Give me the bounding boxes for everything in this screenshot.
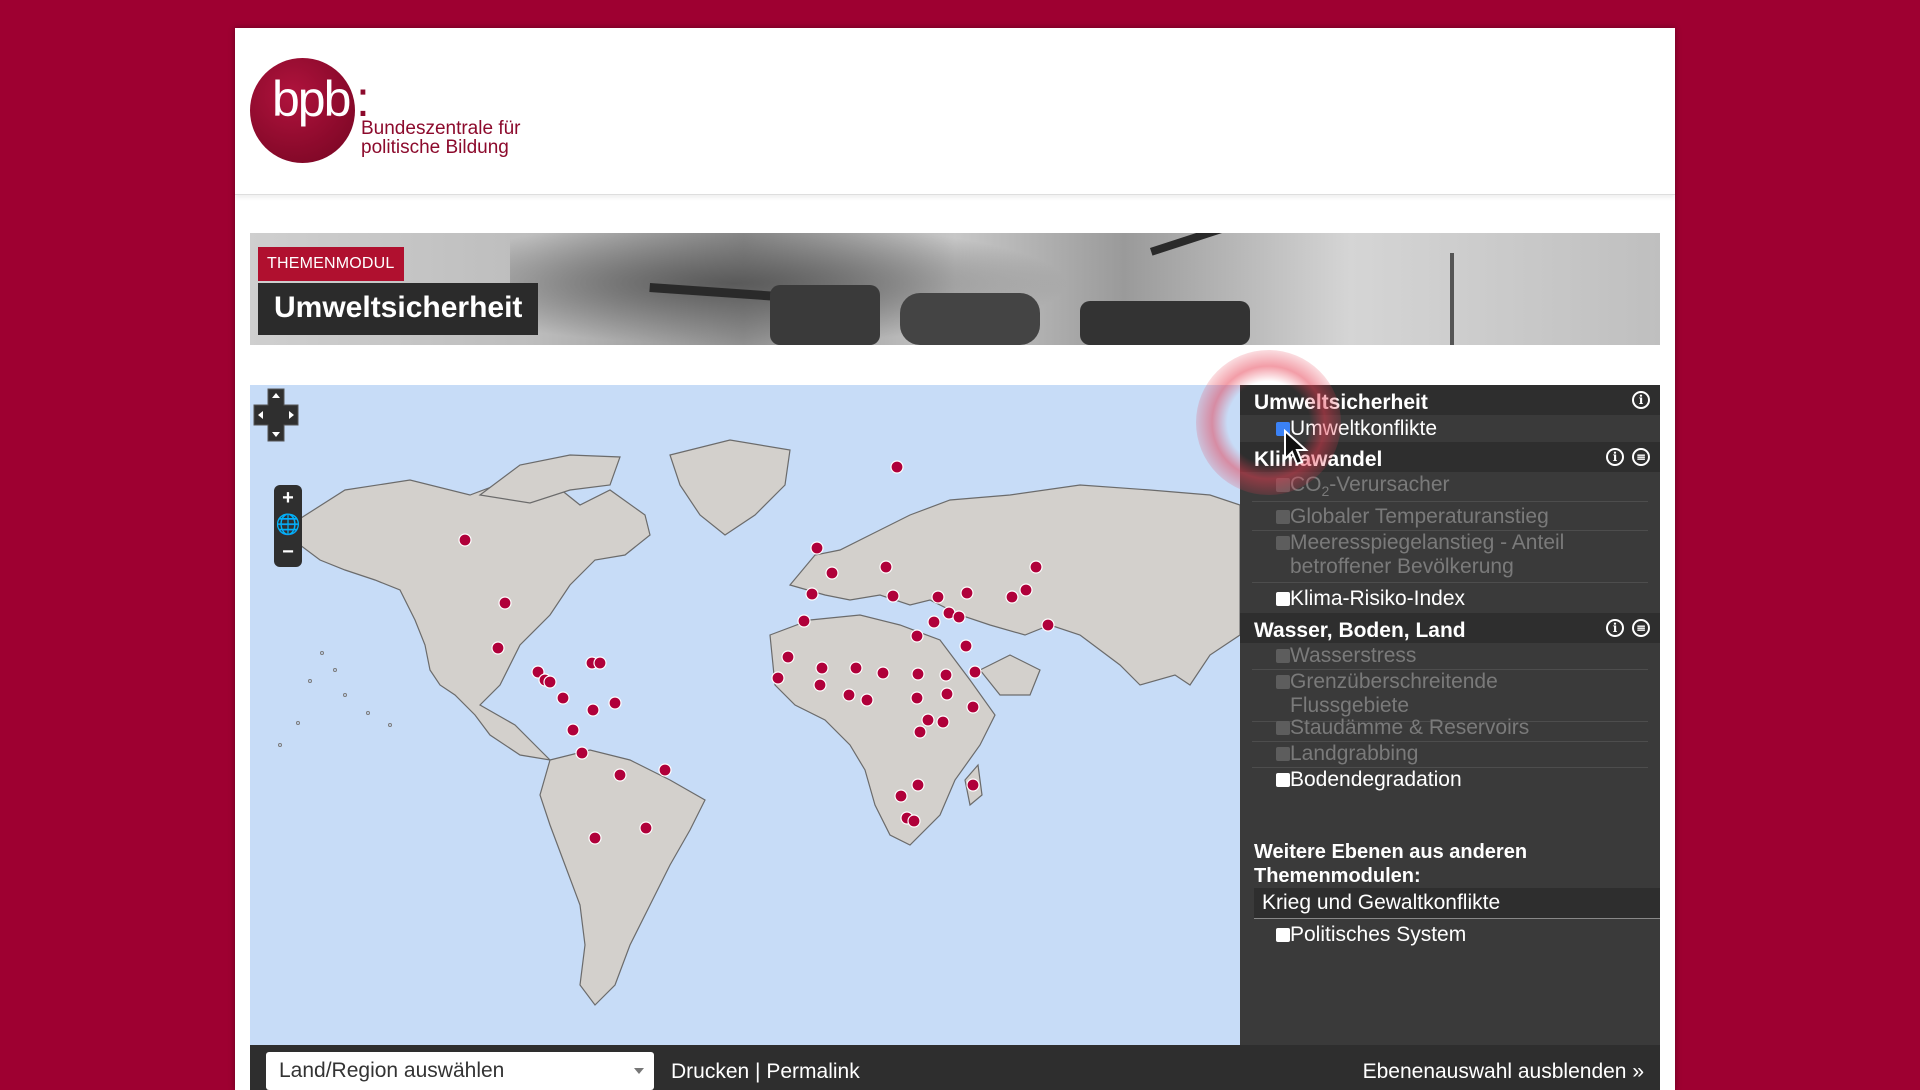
- module-title: Umweltsicherheit: [258, 283, 539, 335]
- layer-label-line-2: Flussgebiete: [1290, 694, 1410, 717]
- layer-staudaemme: Staudämme & Reservoirs: [1276, 716, 1530, 740]
- layer-temperaturanstieg: Globaler Temperaturanstieg: [1276, 505, 1549, 529]
- page: bpb : Bundeszentrale für politische Bild…: [235, 28, 1675, 1090]
- click-highlight: [1196, 350, 1341, 495]
- land-masses: [289, 439, 1240, 1006]
- world-map[interactable]: + 🌐 −: [250, 385, 1240, 1045]
- logo-line-1: Bundeszentrale für: [361, 118, 521, 139]
- layer-label: Meeresspiegelanstieg - Anteil: [1290, 531, 1565, 554]
- print-link[interactable]: Drucken: [671, 1060, 749, 1083]
- coastline-islands: [278, 651, 392, 747]
- layer-label: Bodendegradation: [1290, 768, 1462, 791]
- checkbox: [1276, 510, 1290, 524]
- layer-politisches-system[interactable]: Politisches System: [1276, 923, 1467, 947]
- more-layers-heading-line-1: Weitere Ebenen aus anderen: [1254, 841, 1528, 863]
- logo-line-2: politische Bildung: [361, 137, 509, 158]
- zoom-control: + 🌐 −: [274, 485, 302, 567]
- hide-layers-link[interactable]: Ebenenauswahl ausblenden »: [1363, 1060, 1644, 1084]
- zoom-in-button[interactable]: +: [274, 485, 302, 512]
- legend-icon[interactable]: ≡: [1632, 619, 1650, 637]
- module-tag: THEMENMODUL: [258, 247, 404, 281]
- more-layers-group-label: Krieg und Gewaltkonflikte: [1262, 891, 1501, 914]
- checkbox: [1276, 747, 1290, 761]
- layer-flussgebiete: Grenzüberschreitende Flussgebiete: [1276, 670, 1498, 718]
- globe-icon[interactable]: 🌐: [274, 512, 302, 539]
- more-layers-group: Krieg und Gewaltkonflikte: [1254, 888, 1660, 919]
- layer-label-suffix: -Verursacher: [1329, 473, 1450, 496]
- layer-label: Staudämme & Reservoirs: [1290, 716, 1530, 739]
- module-banner: THEMENMODUL Umweltsicherheit: [250, 233, 1660, 345]
- logo-text: Bundeszentrale für politische Bildung: [361, 119, 521, 157]
- section-wasser-boden-land: Wasser, Boden, Land i ≡: [1240, 613, 1660, 643]
- layer-label: Landgrabbing: [1290, 742, 1419, 765]
- info-icon[interactable]: i: [1606, 448, 1624, 466]
- site-header: bpb : Bundeszentrale für politische Bild…: [235, 28, 1675, 195]
- layer-label: Klima-Risiko-Index: [1290, 587, 1466, 610]
- permalink-link[interactable]: Permalink: [766, 1060, 859, 1083]
- checkbox[interactable]: [1276, 592, 1290, 606]
- zoom-out-button[interactable]: −: [274, 539, 302, 566]
- toolbar-links: Drucken | Permalink: [671, 1060, 860, 1084]
- mouse-cursor-icon: [1284, 429, 1309, 466]
- map-toolbar: Land/Region auswählen Drucken | Permalin…: [250, 1045, 1660, 1090]
- layer-meeresspiegel: Meeresspiegelanstieg - Anteil betroffene…: [1276, 531, 1565, 579]
- layer-label: Grenzüberschreitende: [1290, 670, 1498, 693]
- layer-label: Globaler Temperaturanstieg: [1290, 505, 1549, 528]
- more-layers-heading: Weitere Ebenen aus anderen Themenmodulen…: [1254, 840, 1527, 888]
- layer-klima-risiko-index[interactable]: Klima-Risiko-Index: [1276, 587, 1466, 611]
- divider: [1252, 582, 1648, 583]
- checkbox: [1276, 675, 1290, 689]
- legend-icon[interactable]: ≡: [1632, 448, 1650, 466]
- layer-label: Politisches System: [1290, 923, 1467, 946]
- logo-wordmark: bpb: [272, 71, 351, 127]
- layer-label-line-2: betroffener Bevölkerung: [1290, 555, 1514, 578]
- info-icon[interactable]: i: [1606, 619, 1624, 637]
- chevron-down-icon: [634, 1068, 644, 1074]
- section-title: Wasser, Boden, Land: [1254, 619, 1466, 642]
- layer-label: Wasserstress: [1290, 644, 1417, 667]
- info-icon[interactable]: i: [1632, 391, 1650, 409]
- more-layers-heading-line-2: Themenmodulen:: [1254, 865, 1421, 887]
- checkbox[interactable]: [1276, 928, 1290, 942]
- checkbox[interactable]: [1276, 773, 1290, 787]
- divider: [1252, 501, 1648, 502]
- checkbox: [1276, 649, 1290, 663]
- region-select[interactable]: Land/Region auswählen: [266, 1052, 654, 1090]
- checkbox: [1276, 536, 1290, 550]
- layer-landgrabbing: Landgrabbing: [1276, 742, 1419, 766]
- map-canvas[interactable]: [250, 385, 1240, 1045]
- layer-bodendegradation[interactable]: Bodendegradation: [1276, 768, 1462, 792]
- pan-control[interactable]: [250, 385, 302, 445]
- link-divider: |: [755, 1060, 761, 1083]
- layer-wasserstress: Wasserstress: [1276, 644, 1417, 668]
- checkbox: [1276, 721, 1290, 735]
- region-select-value: Land/Region auswählen: [279, 1059, 505, 1082]
